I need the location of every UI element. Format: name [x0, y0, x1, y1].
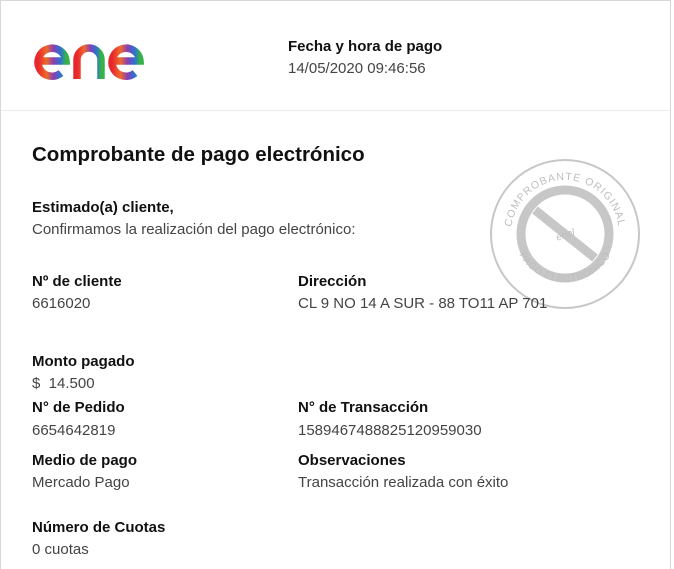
- client-number-value: 6616020: [32, 295, 91, 312]
- address-label: Dirección: [298, 273, 367, 290]
- installments-label: Número de Cuotas: [32, 519, 166, 536]
- amount-value: $ 14.500: [32, 375, 95, 392]
- amount-label: Monto pagado: [32, 353, 135, 370]
- order-number-label: N° de Pedido: [32, 399, 125, 416]
- page-title: Comprobante de pago electrónico: [32, 143, 365, 166]
- original-receipt-stamp: COMPROBANTE ORIGINAL PAGO ELECTRÓNICO en…: [490, 159, 640, 309]
- payment-datetime-value: 14/05/2020 09:46:56: [288, 60, 426, 77]
- transaction-number-label: N° de Transacción: [298, 399, 429, 416]
- greeting-salutation: Estimado(a) cliente,: [32, 199, 174, 216]
- installments-value: 0 cuotas: [32, 541, 89, 558]
- greeting-message: Confirmamos la realización del pago elec…: [32, 221, 356, 238]
- receipt-header: Fecha y hora de pago 14/05/2020 09:46:56: [1, 1, 670, 111]
- enel-logo: [34, 31, 161, 80]
- payment-datetime-label: Fecha y hora de pago: [288, 38, 443, 55]
- order-number-value: 6654642819: [32, 422, 116, 439]
- transaction-number-value: 1589467488825120959030: [298, 422, 482, 439]
- client-number-label: Nº de cliente: [32, 273, 122, 290]
- address-value: CL 9 NO 14 A SUR - 88 TO11 AP 701: [298, 295, 548, 312]
- payment-method-value: Mercado Pago: [32, 474, 130, 491]
- observations-value: Transacción realizada con éxito: [298, 474, 509, 491]
- payment-method-label: Medio de pago: [32, 452, 137, 469]
- observations-label: Observaciones: [298, 452, 406, 469]
